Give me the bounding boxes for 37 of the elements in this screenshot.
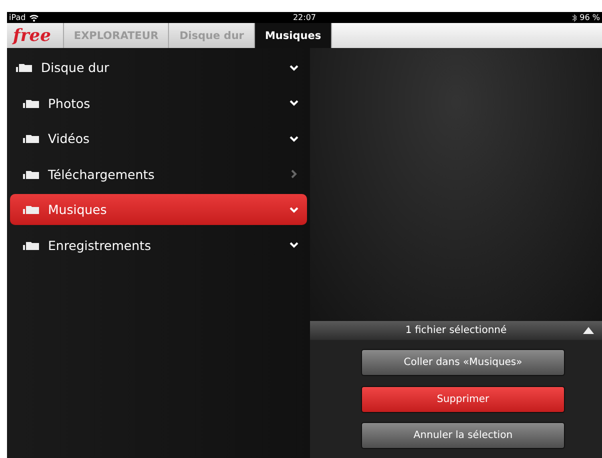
action-button[interactable]: Supprimer [361,386,565,412]
chevron-down-icon [289,134,299,144]
selection-count: 1 fichier sélectionné [405,325,507,336]
chevron-down-icon [289,62,299,72]
folder-name: Photos [48,96,92,110]
triangle-up-icon [583,327,594,334]
folder-item[interactable]: Photos [10,88,307,118]
folder-icon [23,134,39,143]
chevron-down-icon [289,204,299,214]
folder-name: Téléchargements [48,166,156,182]
folder-icon [23,170,39,178]
folder-item[interactable]: Vidéos [10,123,307,154]
folder-item[interactable]: Téléchargements [10,158,307,190]
bluetooth-icon [572,14,577,22]
device-name: iPad [9,13,26,22]
chevron-right-icon [289,169,299,179]
battery-level: 96 % [580,13,600,22]
selection-bar[interactable]: 1 fichier sélectionné [310,321,602,340]
folder-item[interactable]: Enregistrements [10,230,307,260]
chevron-down-icon [289,98,299,108]
folder-icon [23,240,39,250]
folder-name: Enregistrements [48,238,152,252]
folder-icon [23,98,39,108]
folder-item[interactable]: Musiques [10,194,307,225]
folder-icon [23,205,39,214]
action-button[interactable]: Coller dans «Musiques» [361,349,565,376]
folder-name: Vidéos [48,131,91,146]
chevron-down-icon [289,240,299,250]
wifi-icon [28,14,39,22]
folder-name: Musiques [48,202,108,217]
action-button[interactable]: Annuler la sélection [361,422,565,449]
clock: 22:07 [292,13,316,22]
folder-icon [16,63,32,72]
folder-item[interactable]: Disque dur [10,52,307,83]
folder-name: Disque dur [41,60,110,75]
logo: free [7,23,64,48]
breadcrumb-item[interactable]: Musiques [254,23,332,48]
